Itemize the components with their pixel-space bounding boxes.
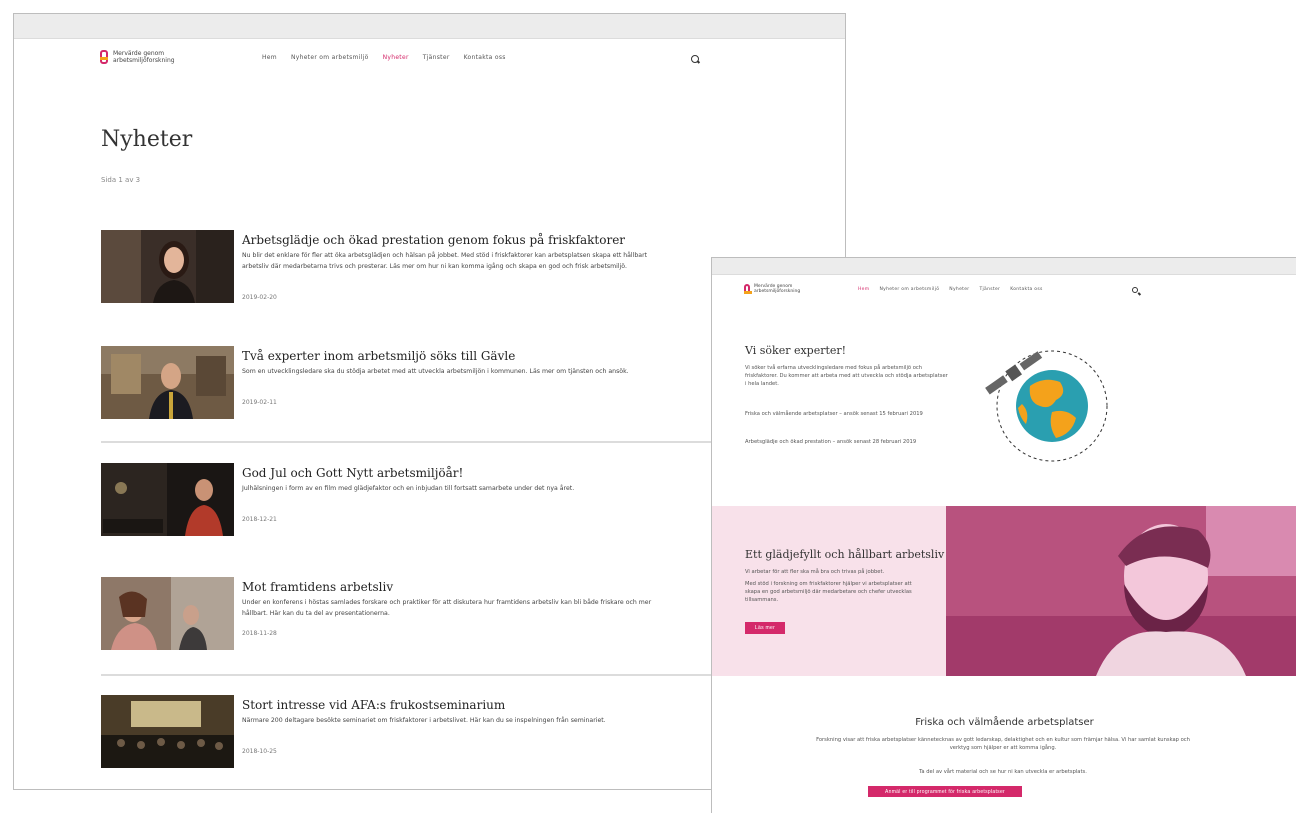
news-article[interactable]: Mot framtidens arbetsliv Under en konfer… [101, 577, 671, 657]
hero-title: Vi söker experter! [745, 344, 847, 357]
search-icon[interactable] [1132, 287, 1138, 293]
nav-item-home[interactable]: Hem [262, 54, 277, 61]
article-date: 2019-02-20 [242, 294, 277, 301]
nav-item-kontakt[interactable]: Kontakta oss [464, 54, 506, 61]
section-paragraph: Forskning visar att friska arbetsplatser… [816, 737, 1190, 751]
nav-item-tjanster[interactable]: Tjänster [979, 287, 1000, 292]
section-paragraph: Ta del av vårt material och se hur ni ka… [919, 769, 1087, 775]
article-title[interactable]: God Jul och Gott Nytt arbetsmiljöår! [242, 466, 672, 480]
logo-line: arbetsmiljöforskning [754, 289, 801, 294]
nav-item-home[interactable]: Hem [858, 287, 869, 292]
page-subtitle: Sida 1 av 3 [101, 176, 141, 184]
signup-button[interactable]: Anmäl er till programmet för friska arbe… [868, 786, 1022, 797]
home-browser-window: Mervärde genom arbetsmiljöforskning Hem … [711, 257, 1296, 813]
article-excerpt: Närmare 200 deltagare besökte seminariet… [242, 717, 606, 724]
logo-text[interactable]: Mervärde genom arbetsmiljöforskning [113, 50, 175, 64]
nav-item-arbetsmiljo[interactable]: Nyheter om arbetsmiljö [879, 287, 939, 292]
article-thumbnail[interactable] [101, 230, 234, 303]
nav-item-arbetsmiljo[interactable]: Nyheter om arbetsmiljö [291, 54, 369, 61]
logo-line: arbetsmiljöforskning [113, 57, 175, 64]
article-title[interactable]: Arbetsglädje och ökad prestation genom f… [242, 233, 672, 247]
page-title: Nyheter [101, 127, 193, 152]
article-excerpt: Julhälsningen i form av en film med gläd… [242, 485, 575, 492]
browser-chrome [14, 14, 845, 39]
smiling-man-photo [946, 506, 1296, 676]
nav-item-nyheter[interactable]: Nyheter [949, 287, 969, 292]
band-paragraph: Vi arbetar för att fler ska må bra och t… [745, 569, 885, 575]
nav-item-kontakt[interactable]: Kontakta oss [1010, 287, 1042, 292]
band-title: Ett glädjefyllt och hållbart arbetsliv [745, 548, 945, 561]
hero-paragraph: Vi söker två erfarna utvecklingsledare m… [745, 365, 948, 387]
article-date: 2018-11-28 [242, 630, 277, 637]
logo-icon[interactable] [744, 284, 752, 294]
article-date: 2018-10-25 [242, 748, 277, 755]
article-excerpt: Nu blir det enklare för fler att öka arb… [242, 252, 648, 270]
news-article[interactable]: Arbetsglädje och ökad prestation genom f… [101, 230, 671, 310]
logo-line: Mervärde genom [113, 50, 165, 57]
section-title: Friska och välmående arbetsplatser [915, 717, 1094, 728]
article-date: 2019-02-11 [242, 399, 277, 406]
article-thumbnail[interactable] [101, 463, 234, 536]
read-more-button[interactable]: Läs mer [745, 622, 785, 634]
nav-item-tjanster[interactable]: Tjänster [423, 54, 450, 61]
article-thumbnail[interactable] [101, 577, 234, 650]
article-excerpt: Som en utvecklingsledare ska du stödja a… [242, 368, 629, 375]
nav-item-nyheter[interactable]: Nyheter [383, 54, 409, 61]
main-nav: Hem Nyheter om arbetsmiljö Nyheter Tjäns… [858, 287, 1043, 292]
article-date: 2018-12-21 [242, 516, 277, 523]
globe-satellite-illustration [985, 350, 1108, 462]
hero-link[interactable]: Arbetsglädje och ökad prestation – ansök… [745, 438, 945, 446]
article-title[interactable]: Två experter inom arbetsmiljö söks till … [242, 349, 672, 363]
browser-chrome [712, 258, 1296, 275]
hero-link[interactable]: Friska och välmående arbetsplatser – ans… [745, 410, 925, 418]
search-icon[interactable] [691, 55, 699, 63]
news-article[interactable]: Stort intresse vid AFA:s frukostseminari… [101, 695, 671, 775]
main-nav: Hem Nyheter om arbetsmiljö Nyheter Tjäns… [262, 54, 506, 61]
article-title[interactable]: Mot framtidens arbetsliv [242, 580, 672, 594]
news-article[interactable]: God Jul och Gott Nytt arbetsmiljöår! Jul… [101, 463, 671, 543]
logo-icon[interactable] [100, 50, 108, 64]
article-excerpt: Under en konferens i höstas samlades for… [242, 599, 652, 617]
site-header: Mervärde genom arbetsmiljöforskning Hem … [14, 38, 845, 88]
logo-text[interactable]: Mervärde genom arbetsmiljöforskning [754, 284, 800, 294]
article-title[interactable]: Stort intresse vid AFA:s frukostseminari… [242, 698, 672, 712]
article-thumbnail[interactable] [101, 346, 234, 419]
news-article[interactable]: Två experter inom arbetsmiljö söks till … [101, 346, 671, 426]
band-paragraph: Med stöd i forskning om friskfaktorer hj… [745, 581, 912, 603]
article-thumbnail[interactable] [101, 695, 234, 768]
